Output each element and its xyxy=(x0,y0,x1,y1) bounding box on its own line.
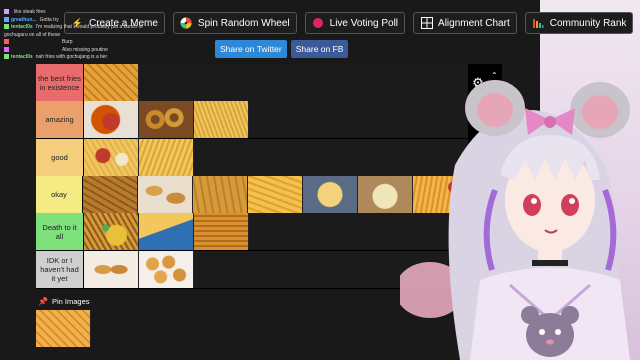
tier-images xyxy=(84,139,194,176)
tier-images xyxy=(84,64,139,101)
food-image[interactable] xyxy=(83,176,138,213)
food-image[interactable] xyxy=(84,64,139,101)
food-image[interactable] xyxy=(84,213,139,250)
bars-icon xyxy=(532,17,545,30)
community-rank-label: Community Rank xyxy=(549,17,627,29)
badge-icon xyxy=(4,24,9,30)
chat-message: Also missing poutine xyxy=(4,47,164,55)
alignment-chart-label: Alignment Chart xyxy=(438,17,510,29)
tier-label: good xyxy=(36,139,84,176)
grid-icon xyxy=(420,17,433,30)
pinned-food-image[interactable] xyxy=(36,310,91,347)
tier-label: the best fries in existence xyxy=(36,64,84,101)
badge-icon xyxy=(4,39,9,45)
chat-message: tentacl0s nah fries with gochujang is a t… xyxy=(4,54,164,62)
chevron-up-icon[interactable]: ⌃ xyxy=(491,72,498,80)
chat-user: greathun... xyxy=(11,16,37,23)
food-image[interactable] xyxy=(194,101,249,138)
tier-images xyxy=(84,101,249,138)
pin-icon: 📌 xyxy=(38,297,48,306)
spin-wheel-label: Spin Random Wheel xyxy=(197,17,290,29)
food-image[interactable] xyxy=(84,101,139,138)
food-image[interactable] xyxy=(139,101,194,138)
tier-label: Death to it all xyxy=(36,213,84,250)
alignment-chart-button[interactable]: Alignment Chart xyxy=(413,12,517,34)
chat-message: greathun... Gotta try xyxy=(4,17,164,25)
chat-message: Burp xyxy=(4,39,164,47)
share-twitter-button[interactable]: Share on Twitter xyxy=(215,40,287,58)
food-image[interactable] xyxy=(139,251,194,288)
chat-message: like steak fries xyxy=(4,9,164,17)
food-image[interactable] xyxy=(139,139,194,176)
wheel-icon xyxy=(180,17,193,30)
food-image[interactable] xyxy=(303,176,358,213)
share-facebook-button[interactable]: Share on FB xyxy=(290,40,349,58)
record-icon xyxy=(312,17,325,30)
tier-images xyxy=(84,213,249,250)
food-image[interactable] xyxy=(138,176,193,213)
food-image[interactable] xyxy=(84,251,139,288)
badge-icon xyxy=(4,46,9,52)
food-image[interactable] xyxy=(84,139,139,176)
pin-images-header: 📌 Pin Images xyxy=(38,297,90,306)
live-poll-button[interactable]: Live Voting Poll xyxy=(304,12,406,34)
live-poll-label: Live Voting Poll xyxy=(329,17,399,29)
chat-text: Burp xyxy=(62,39,73,45)
vtuber-avatar xyxy=(395,80,640,360)
share-bar: Share on Twitter Share on FB xyxy=(215,40,349,58)
badge-icon xyxy=(4,16,9,22)
badge-icon xyxy=(4,54,9,60)
chat-overlay: like steak fries greathun... Gotta try te… xyxy=(4,9,164,62)
food-image[interactable] xyxy=(139,213,194,250)
food-image[interactable] xyxy=(194,213,249,250)
chat-message: tentacl0s I'm realizing that I would prob… xyxy=(4,24,164,39)
food-image[interactable] xyxy=(193,176,248,213)
badge-icon xyxy=(4,9,9,15)
pin-images-label: Pin Images xyxy=(51,297,90,306)
tier-label: amazing xyxy=(36,101,84,138)
spin-wheel-button[interactable]: Spin Random Wheel xyxy=(172,12,297,34)
chat-user: tentacl0s xyxy=(11,24,33,30)
chat-text: Gotta try xyxy=(39,16,59,23)
tier-label: okay xyxy=(36,176,83,213)
chat-text: Also missing poutine xyxy=(62,46,108,53)
chat-text: like steak fries xyxy=(14,9,46,15)
community-rank-button[interactable]: Community Rank xyxy=(524,12,634,34)
chat-user: tentacl0s xyxy=(11,54,33,60)
chat-text: nah fries with gochujang is a tier xyxy=(35,54,108,60)
tier-images xyxy=(84,251,194,288)
tier-label: IDK or I haven't had it yet xyxy=(36,251,84,288)
food-image[interactable] xyxy=(248,176,303,213)
